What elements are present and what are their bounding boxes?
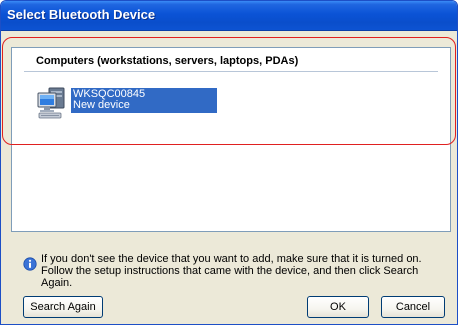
ok-button[interactable]: OK — [307, 296, 369, 318]
highlight-annotation — [2, 37, 456, 145]
window-title: Select Bluetooth Device — [7, 7, 156, 22]
info-icon — [23, 257, 37, 271]
search-again-button[interactable]: Search Again — [23, 296, 103, 318]
cancel-button[interactable]: Cancel — [381, 296, 445, 318]
title-bar[interactable]: Select Bluetooth Device — [1, 1, 457, 31]
info-text: If you don't see the device that you wan… — [41, 253, 422, 289]
